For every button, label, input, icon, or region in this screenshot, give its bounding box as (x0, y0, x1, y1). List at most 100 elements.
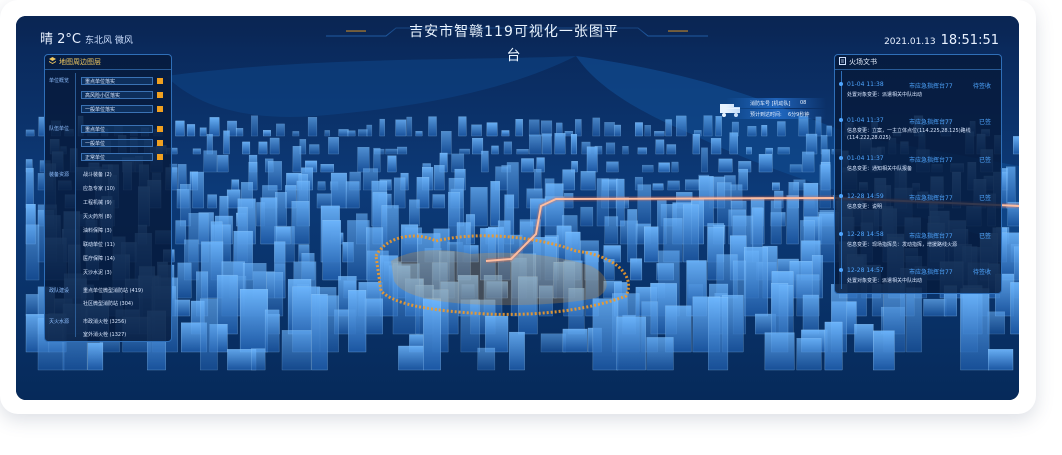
event-time: 12-28 14:59 (847, 193, 884, 200)
building (534, 168, 542, 191)
resource-item[interactable]: 战斗装备 (2) (83, 171, 112, 178)
timeline-dot (839, 194, 843, 198)
building (481, 150, 489, 173)
event-time: 01-04 11:38 (847, 81, 884, 88)
building (251, 348, 266, 371)
building (622, 146, 629, 155)
resource-item[interactable]: 灭沙水泥 (3) (83, 269, 112, 276)
building (203, 150, 218, 173)
resource-item[interactable]: 应急专家 (10) (83, 185, 115, 192)
resource-item[interactable]: 室外消火栓 (1327) (83, 331, 126, 338)
building (819, 164, 831, 209)
timeline-event[interactable]: 01-04 11:37 市应急指挥台77 已签 信息变更：通知相关中队报备 (839, 155, 997, 185)
building (428, 116, 437, 137)
building (186, 124, 196, 137)
layer-checkbox[interactable] (157, 78, 163, 84)
building (1013, 136, 1019, 155)
layer-toggle[interactable]: 正常单位 (81, 153, 153, 161)
eta-label: 预计到达时间: (750, 112, 782, 118)
event-status[interactable]: 已签 (979, 155, 991, 164)
event-source: 市应急指挥台77 (909, 119, 953, 126)
timeline-event[interactable]: 01-04 11:38 市应急指挥台77 待签收 处置对象变更：派遣相关中队出动 (839, 81, 997, 111)
category-label: 单位概览 (49, 78, 70, 84)
timeline-event[interactable]: 12-28 14:59 市应急指挥台77 已签 信息变更：说明 (839, 193, 997, 223)
event-status[interactable]: 已签 (979, 231, 991, 240)
layer-toggle[interactable]: 一般单位 (81, 139, 153, 147)
documents-panel-header: 火场文书 (835, 55, 1001, 70)
building (854, 324, 874, 353)
building (269, 137, 280, 155)
resource-item[interactable]: 工程机械 (9) (83, 199, 112, 206)
layer-checkbox[interactable] (157, 92, 163, 98)
layer-toggle[interactable]: 高风险小区落实 (81, 91, 153, 99)
date-text: 2021.01.13 (884, 37, 936, 47)
resource-item[interactable]: 市政消火栓 (3256) (83, 318, 126, 325)
building (281, 330, 312, 371)
event-source: 市应急指挥台77 (909, 157, 953, 164)
page-title: 吉安市智赣119可视化一张图平台 (409, 24, 619, 64)
building (432, 194, 445, 209)
building (509, 331, 525, 371)
building (409, 199, 420, 227)
building (873, 330, 895, 371)
resource-item[interactable]: 重点单位微型消防站 (419) (83, 287, 143, 294)
building (235, 128, 244, 137)
resource-item[interactable]: 社区微型消防站 (304) (83, 300, 133, 307)
event-status[interactable]: 已签 (979, 117, 991, 126)
layer-checkbox[interactable] (157, 140, 163, 146)
building (434, 165, 445, 191)
timeline-event[interactable]: 12-28 14:57 市应急指挥台77 待签收 处置对象变更：派遣相关中队出动 (839, 267, 997, 291)
building (789, 164, 802, 173)
event-content: 信息变更：通知相关中队报备 (847, 166, 913, 172)
layer-checkbox[interactable] (157, 126, 163, 132)
building (592, 298, 619, 371)
dashboard-screen: 晴 2°C 东北风 微风 吉安市智赣119可视化一张图平台 2021.01.13 1… (16, 16, 1019, 400)
resource-item[interactable]: 油料保障 (3) (83, 227, 112, 234)
building (658, 162, 670, 173)
building (655, 139, 665, 155)
layer-toggle[interactable]: 重点单位 (81, 125, 153, 133)
layer-toggle[interactable]: 重点单位落实 (81, 77, 153, 85)
building (554, 133, 566, 155)
timeline-dot (839, 268, 843, 272)
layer-toggle[interactable]: 一般单位落实 (81, 105, 153, 113)
building (223, 130, 230, 155)
resource-item[interactable]: 医疗保障 (14) (83, 255, 115, 262)
building (192, 148, 201, 155)
building (311, 294, 328, 371)
building (503, 141, 512, 155)
event-source: 市应急指挥台77 (909, 83, 953, 90)
building (604, 216, 619, 245)
building (605, 142, 616, 155)
building (575, 119, 582, 137)
building (25, 129, 35, 137)
building (395, 119, 407, 137)
weather-display: 晴 2°C 东北风 微风 (40, 28, 133, 47)
event-content: 处置对象变更：派遣相关中队出动 (847, 92, 923, 98)
building (25, 167, 34, 209)
resource-item[interactable]: 灭火药剂 (8) (83, 213, 112, 220)
weather-text: 晴 2°C (40, 32, 81, 47)
building (200, 298, 218, 371)
building (906, 287, 922, 353)
resource-item[interactable]: 联动单位 (11) (83, 241, 115, 248)
event-time: 01-04 11:37 (847, 117, 884, 124)
building (923, 298, 947, 317)
building (665, 119, 672, 137)
timeline-dot (839, 232, 843, 236)
event-time: 01-04 11:37 (847, 155, 884, 162)
event-status[interactable]: 已签 (979, 193, 991, 202)
building (683, 204, 699, 263)
timeline-event[interactable]: 12-28 14:58 市应急指挥台77 已签 信息变更：现场指挥员：发动指挥，… (839, 231, 997, 261)
timeline-event[interactable]: 01-04 11:37 市应急指挥台77 已签 信息变更：立案，一主立体点位(1… (839, 117, 997, 151)
event-status[interactable]: 待签收 (973, 81, 991, 90)
building (330, 172, 347, 209)
fire-documents-panel: 火场文书 01-04 11:38 市应急指挥台77 待签收 处置对象变更：派遣相… (834, 54, 1002, 294)
layer-checkbox[interactable] (157, 154, 163, 160)
building (540, 333, 566, 353)
event-status[interactable]: 待签收 (973, 267, 991, 276)
building (592, 117, 601, 137)
building (385, 148, 398, 155)
layer-checkbox[interactable] (157, 106, 163, 112)
timeline-dot (839, 82, 843, 86)
